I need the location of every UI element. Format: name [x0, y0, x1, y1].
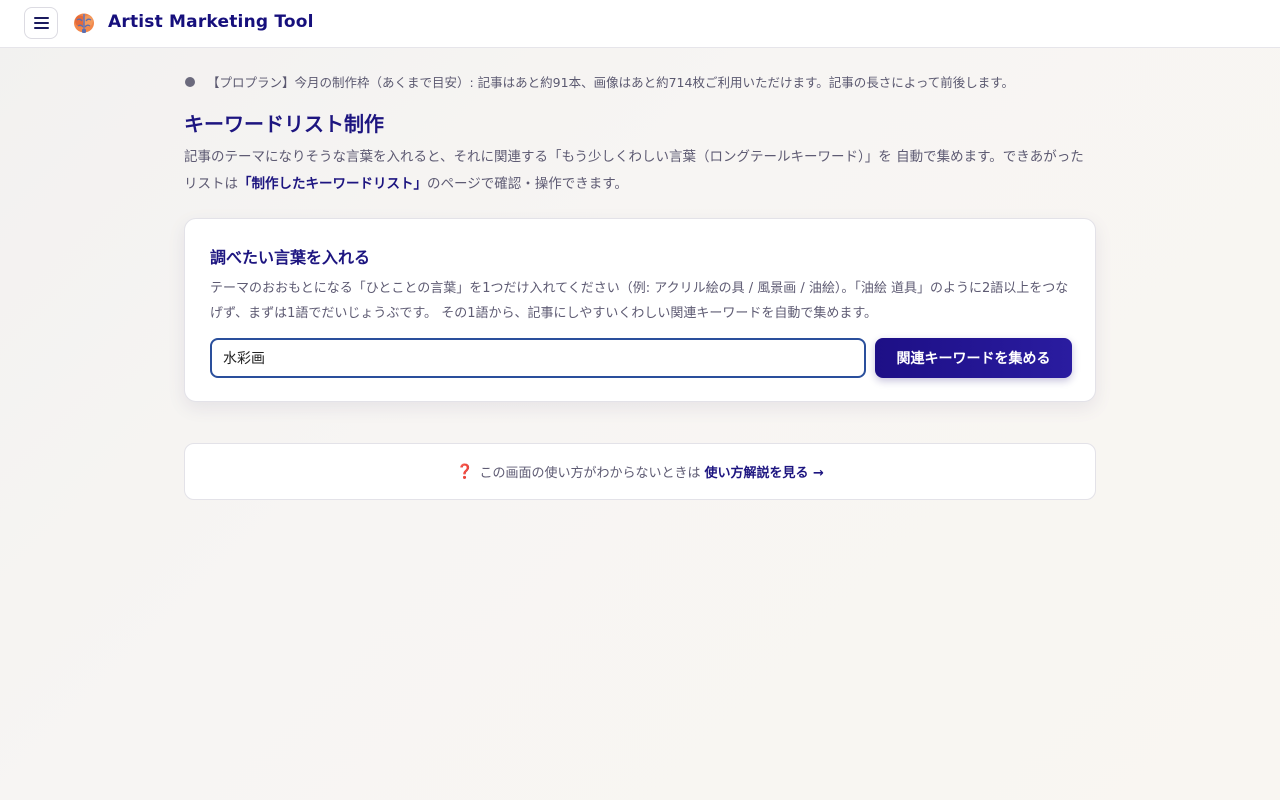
- hamburger-menu-icon: [33, 17, 49, 19]
- card-title: 調べたい言葉を入れる: [210, 248, 371, 267]
- description-part2: のページで確認・操作できます。: [427, 176, 628, 192]
- keyword-list-link[interactable]: 「制作したキーワードリスト」: [238, 176, 427, 192]
- keyword-input[interactable]: [210, 338, 866, 378]
- top-bar: Artist Marketing Tool: [0, 0, 1280, 48]
- menu-button[interactable]: [24, 7, 58, 39]
- brain-logo-icon: [74, 13, 94, 33]
- collect-keywords-button[interactable]: 関連キーワードを集める: [875, 338, 1072, 378]
- keyword-input-card: 調べたい言葉を入れる テーマのおおもとになる「ひとことの言葉」を1つだけ入れてく…: [184, 218, 1096, 402]
- plan-notice-text: 【プロプラン】今月の制作枠（あくまで目安）: 記事はあと約91本、画像はあと約7…: [207, 75, 1014, 90]
- help-link[interactable]: 使い方解説を見る →: [705, 462, 824, 481]
- plan-notice: 【プロプラン】今月の制作枠（あくまで目安）: 記事はあと約91本、画像はあと約7…: [184, 72, 1096, 91]
- question-icon: ❓: [456, 463, 474, 480]
- card-description: テーマのおおもとになる「ひとことの言葉」を1つだけ入れてください（例: アクリル…: [210, 281, 1069, 321]
- help-text: この画面の使い方がわからないときは: [479, 466, 701, 481]
- bullet-dot-icon: [185, 76, 195, 87]
- page-title: キーワードリスト制作: [184, 112, 384, 136]
- page-description: 記事のテーマになりそうな言葉を入れると、それに関連する「もう少しくわしい言葉（ロ…: [184, 144, 1096, 198]
- help-box: ❓ この画面の使い方がわからないときは 使い方解説を見る →: [184, 443, 1096, 500]
- app-title: Artist Marketing Tool: [108, 12, 314, 32]
